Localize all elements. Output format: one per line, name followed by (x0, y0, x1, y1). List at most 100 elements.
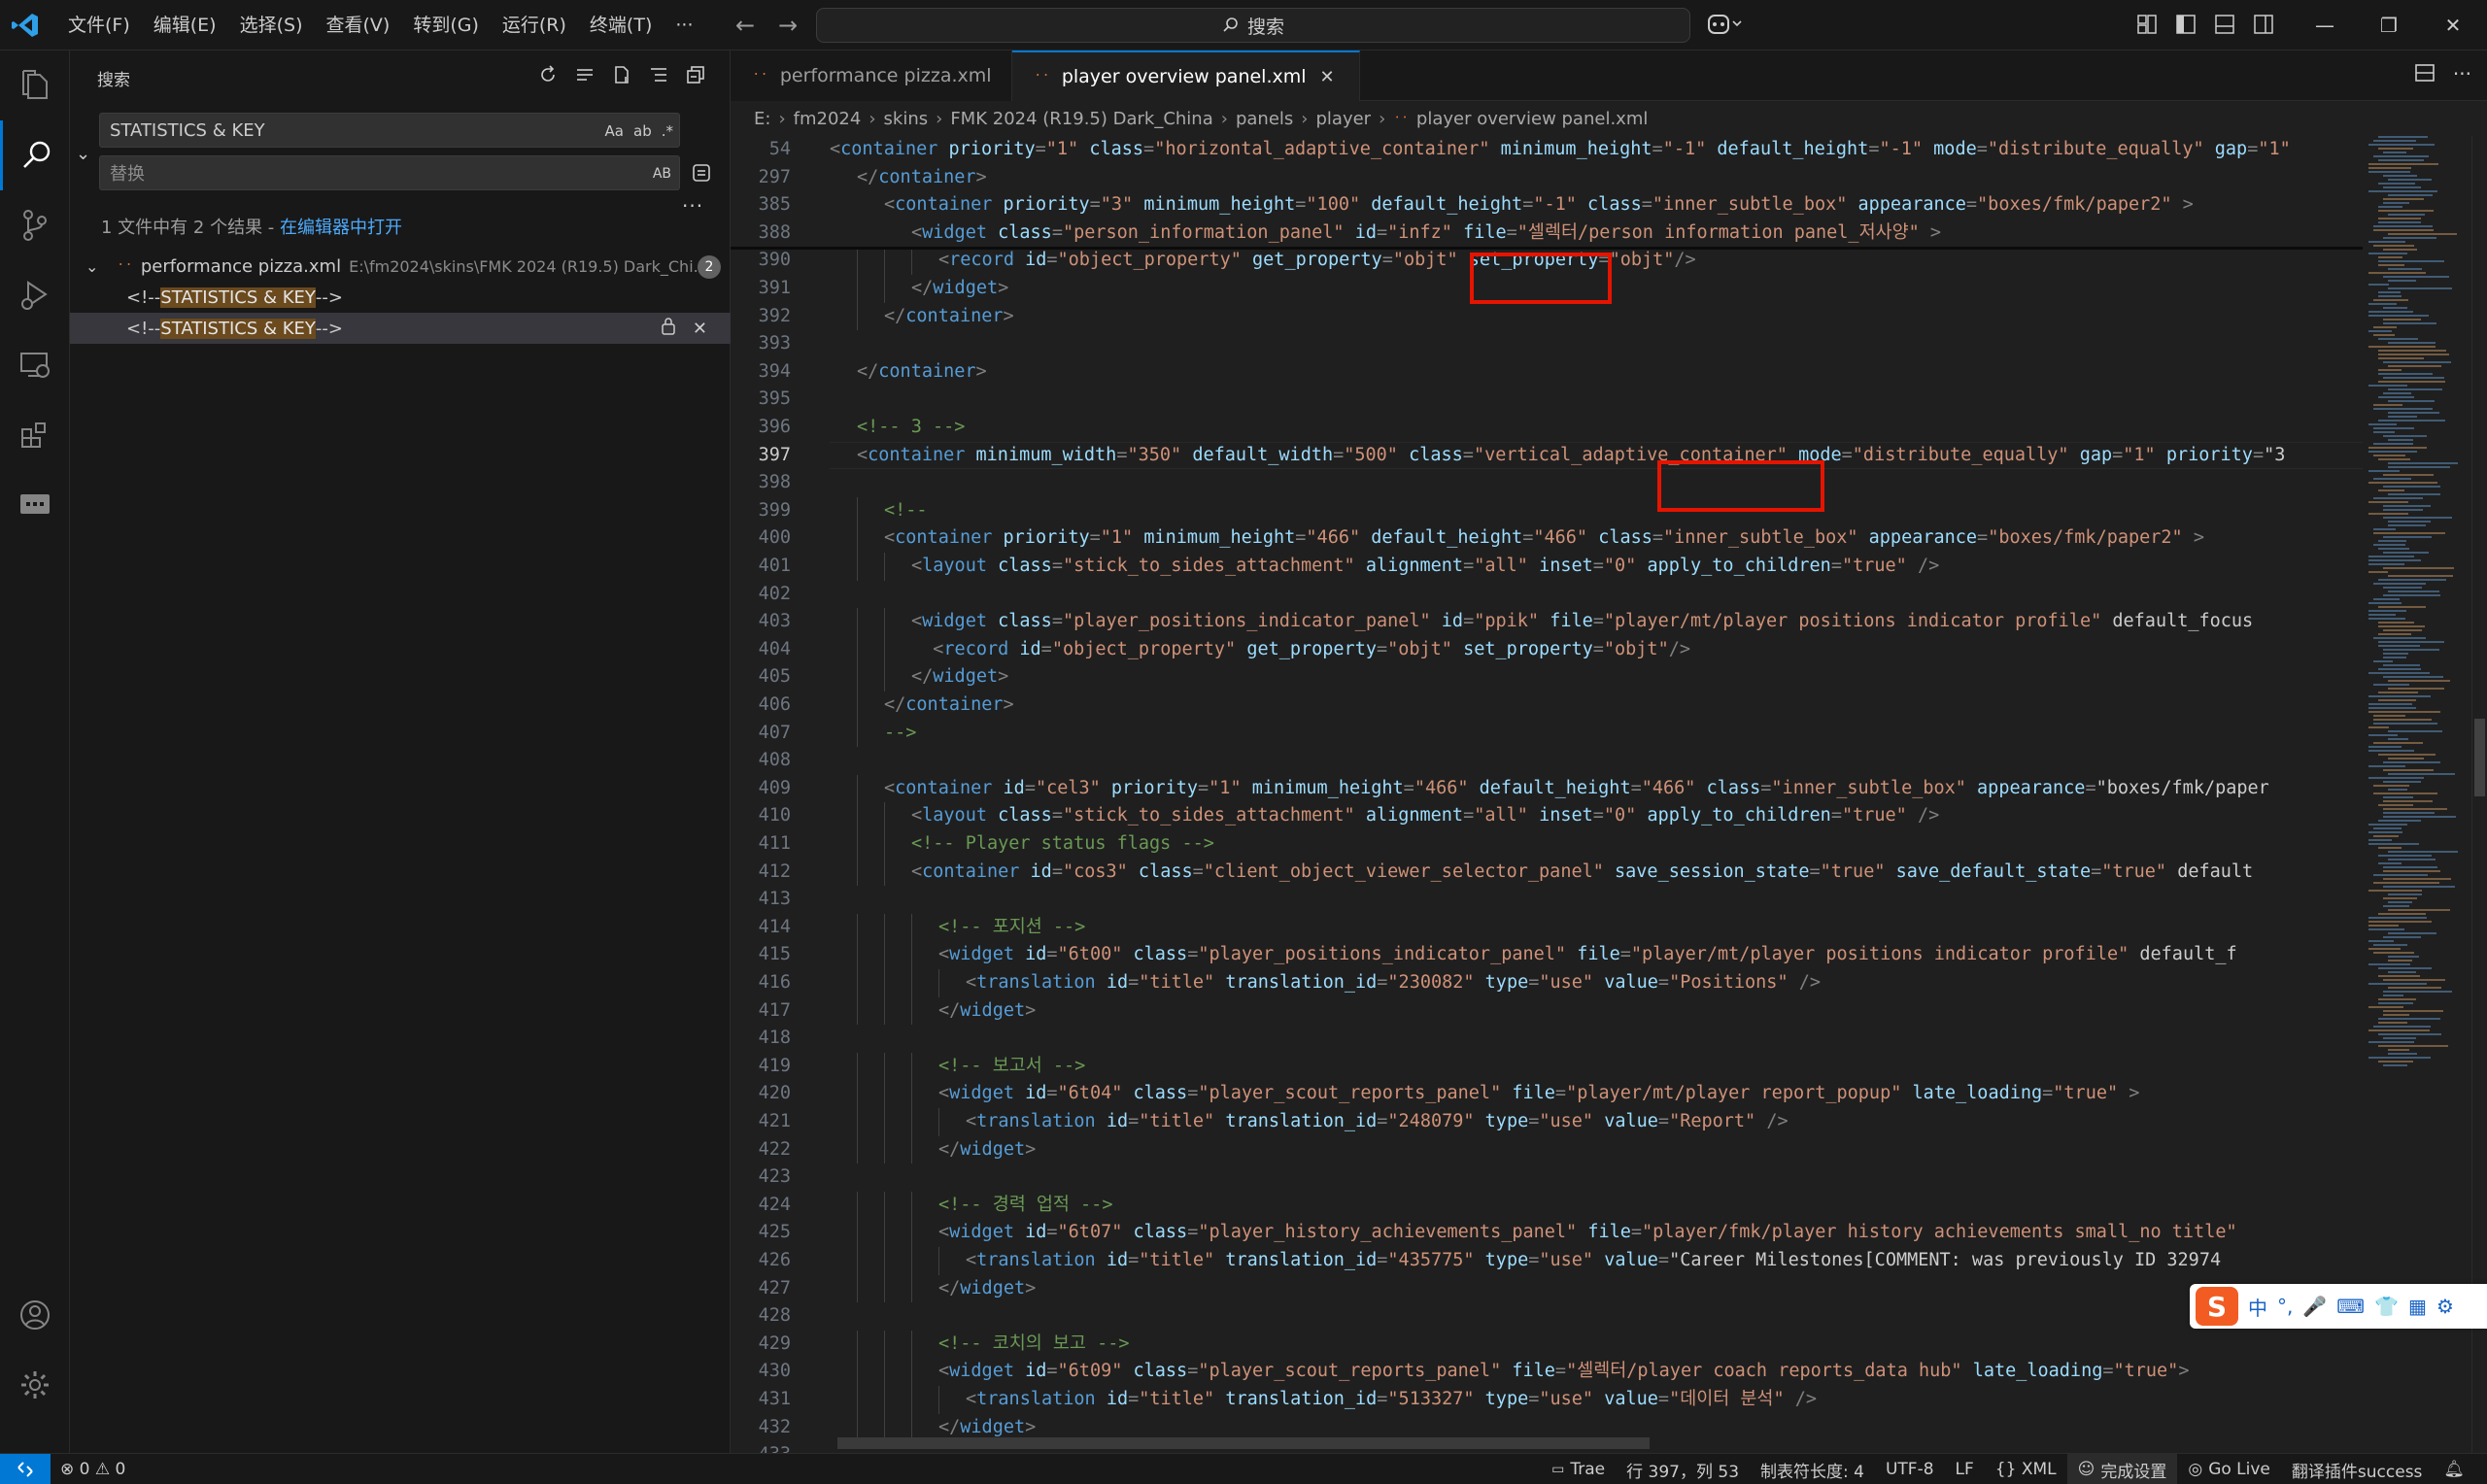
code-line[interactable]: 424 <!-- 경력 업적 --> (731, 1192, 2363, 1220)
code-line[interactable]: 426 <translation id="title" translation_i… (731, 1247, 2363, 1275)
ime-toolbox-icon[interactable]: ▦ (2408, 1295, 2427, 1318)
minimize-icon[interactable]: — (2293, 0, 2357, 51)
remote-terminal-icon[interactable] (0, 470, 70, 540)
remote-explorer-icon[interactable] (0, 330, 70, 400)
code-line[interactable]: 410 <layout class="stick_to_sides_attachm… (731, 802, 2363, 830)
code-line[interactable]: 413 (731, 886, 2363, 914)
code-line[interactable]: 402 (731, 581, 2363, 609)
status-translate-plugin[interactable]: 翻译插件success (2281, 1458, 2434, 1482)
code-line[interactable]: 417 </widget> (731, 997, 2363, 1026)
code-line[interactable]: 392 </container> (731, 303, 2363, 331)
code-editor[interactable]: 54 <container priority="1" class="horizon… (731, 136, 2363, 1453)
code-line[interactable]: 429 <!-- 코치의 보고 --> (731, 1331, 2363, 1359)
toggle-panel-icon[interactable] (2211, 10, 2238, 39)
chevron-down-icon[interactable]: ⌄ (85, 257, 109, 276)
code-line[interactable]: 411 <!-- Player status flags --> (731, 830, 2363, 859)
sticky-scroll-line[interactable]: 297 </container> (731, 163, 2363, 192)
breadcrumb-item[interactable]: player overview panel.xml (1416, 109, 1648, 129)
code-line[interactable]: 414 <!-- 포지션 --> (731, 914, 2363, 942)
code-line[interactable]: 403 <widget class="player_positions_indic… (731, 608, 2363, 636)
code-line[interactable]: 398 (731, 469, 2363, 497)
code-line[interactable]: 423 (731, 1164, 2363, 1192)
ime-skin-icon[interactable]: 👕 (2374, 1295, 2399, 1318)
minimap[interactable] (2363, 136, 2471, 1453)
menu-item[interactable]: 编辑(E) (142, 6, 228, 45)
preserve-case-toggle[interactable]: AB (653, 166, 671, 182)
replace-all-icon[interactable] (688, 159, 715, 186)
code-line[interactable]: 399 <!-- (731, 497, 2363, 525)
search-match-row[interactable]: <!-- STATISTICS & KEY --> (70, 282, 731, 313)
code-line[interactable]: 395 (731, 386, 2363, 414)
remote-indicator-icon[interactable] (0, 1454, 51, 1484)
code-line[interactable]: 415 <widget id="6t00" class="player_posit… (731, 941, 2363, 969)
tab-player-overview-panel[interactable]: ᛫᛫ player overview panel.xml ✕ (1012, 51, 1360, 101)
split-editor-icon[interactable] (2414, 62, 2436, 87)
extensions-icon[interactable] (0, 400, 70, 470)
sticky-scroll-line[interactable]: 385 <container priority="3" minimum_heigh… (731, 191, 2363, 219)
code-line[interactable]: 431 <translation id="title" translation_i… (731, 1386, 2363, 1414)
horizontal-scrollbar[interactable] (837, 1437, 1650, 1449)
refresh-icon[interactable] (535, 62, 561, 87)
more-actions-icon[interactable]: ··· (2453, 62, 2471, 87)
customize-layout-icon[interactable] (2133, 10, 2161, 39)
menu-item[interactable]: 终端(T) (578, 6, 664, 45)
code-line[interactable]: 409 <container id="cel3" priority="1" min… (731, 775, 2363, 803)
ime-settings-icon[interactable]: ⚙ (2436, 1295, 2454, 1318)
replace-input[interactable]: 替换 AB (99, 155, 680, 190)
collapse-all-icon[interactable] (683, 62, 708, 87)
result-file-row[interactable]: ⌄ ᛫᛫ performance pizza.xml E:\fm2024\ski… (70, 251, 731, 282)
source-control-icon[interactable] (0, 190, 70, 260)
code-line[interactable]: 422 </widget> (731, 1136, 2363, 1164)
use-regex-toggle[interactable]: .* (662, 122, 673, 140)
explorer-icon[interactable] (0, 51, 70, 120)
code-line[interactable]: 397 <container minimum_width="350" defaul… (731, 442, 2363, 470)
code-line[interactable]: 401 <layout class="stick_to_sides_attachm… (731, 553, 2363, 581)
editor-scrollbar[interactable] (2471, 136, 2487, 1453)
ime-voice-icon[interactable]: 🎤 (2302, 1295, 2327, 1318)
code-line[interactable]: 407 --> (731, 720, 2363, 748)
code-line[interactable]: 421 <translation id="title" translation_i… (731, 1108, 2363, 1136)
view-as-tree-icon[interactable] (646, 62, 671, 87)
restore-icon[interactable]: ❐ (2357, 0, 2421, 51)
tab-performance-pizza[interactable]: ᛫᛫ performance pizza.xml (731, 51, 1012, 101)
menu-item[interactable]: 查看(V) (315, 6, 402, 45)
code-line[interactable]: 419 <!-- 보고서 --> (731, 1053, 2363, 1081)
code-line[interactable]: 420 <widget id="6t04" class="player_scout… (731, 1080, 2363, 1108)
ime-keyboard-icon[interactable]: ⌨ (2336, 1295, 2365, 1318)
code-line[interactable]: 428 (731, 1302, 2363, 1331)
back-arrow-icon[interactable]: ← (731, 12, 760, 39)
close-tab-icon[interactable]: ✕ (1320, 67, 1335, 87)
command-center-search[interactable]: 搜索 (816, 8, 1690, 43)
status-eol[interactable]: LF (1945, 1460, 1985, 1479)
match-case-toggle[interactable]: Aa (605, 122, 624, 140)
search-match-row-selected[interactable]: <!-- STATISTICS & KEY --> ✕ (70, 313, 731, 344)
code-line[interactable]: 396 <!-- 3 --> (731, 414, 2363, 442)
clear-results-icon[interactable] (572, 62, 597, 87)
ime-punctuation[interactable]: °, (2277, 1295, 2293, 1318)
sticky-scroll-line[interactable]: 388 <widget class="person_information_pan… (731, 219, 2363, 248)
menu-more[interactable]: ··· (664, 6, 704, 45)
breadcrumb-item[interactable]: E: (754, 109, 770, 129)
code-line[interactable]: 427 </widget> (731, 1275, 2363, 1303)
code-line[interactable]: 412 <container id="cos3" class="client_ob… (731, 859, 2363, 887)
search-details-toggle-icon[interactable]: ··· (682, 194, 703, 218)
menu-item[interactable]: 运行(R) (491, 6, 578, 45)
toggle-secondary-sidebar-icon[interactable] (2250, 10, 2277, 39)
code-line[interactable]: 425 <widget id="6t07" class="player_histo… (731, 1219, 2363, 1247)
code-line[interactable]: 430 <widget id="6t09" class="player_scout… (731, 1358, 2363, 1386)
status-language-mode[interactable]: {} XML (1985, 1460, 2067, 1479)
notifications-bell-icon[interactable]: 🔔︎ (2433, 1460, 2475, 1479)
close-window-icon[interactable]: ✕ (2421, 0, 2485, 51)
breadcrumb-item[interactable]: skins (884, 109, 929, 129)
code-line[interactable]: 404 <record id="object_property" get_pro… (731, 636, 2363, 664)
status-encoding[interactable]: UTF-8 (1875, 1460, 1945, 1479)
settings-gear-icon[interactable] (0, 1350, 70, 1420)
problems-indicator[interactable]: ⊗ 0 ⚠ 0 (60, 1454, 125, 1484)
code-line[interactable]: 393 (731, 330, 2363, 358)
code-line[interactable]: 400 <container priority="1" minimum_heigh… (731, 524, 2363, 553)
status-cursor-position[interactable]: 行 397，列 53 (1616, 1458, 1750, 1482)
search-view-icon[interactable] (0, 120, 70, 190)
breadcrumb-item[interactable]: panels (1236, 109, 1293, 129)
code-line[interactable]: 416 <translation id="title" translation_i… (731, 969, 2363, 997)
code-line[interactable]: 394 </container> (731, 358, 2363, 387)
